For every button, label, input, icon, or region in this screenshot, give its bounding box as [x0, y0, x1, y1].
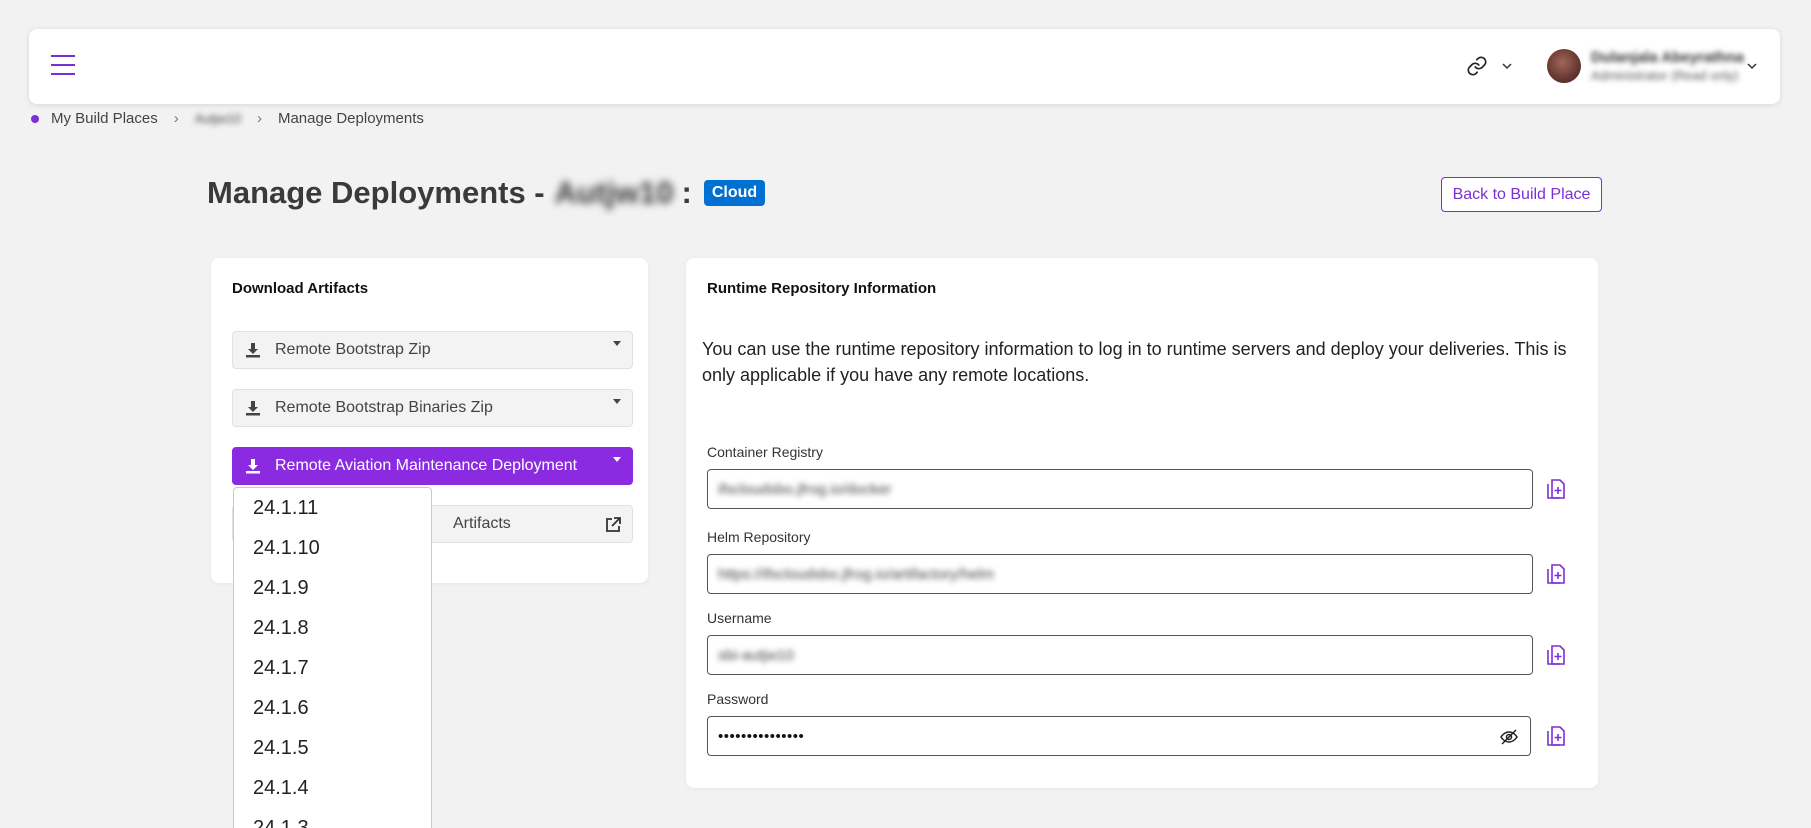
container-registry-field[interactable]: ifscloudsbo.jfrog.io/docker — [707, 469, 1533, 509]
copy-icon[interactable] — [1547, 726, 1565, 746]
version-option[interactable]: 24.1.9 — [234, 568, 431, 608]
artifact-label: Remote Bootstrap Binaries Zip — [275, 399, 493, 416]
version-option[interactable]: 24.1.3 — [234, 808, 431, 828]
runtime-repository-title: Runtime Repository Information — [707, 280, 937, 297]
page-title-text: Manage Deployments - — [207, 175, 545, 210]
version-option[interactable]: 24.1.4 — [234, 768, 431, 808]
helm-repository-field[interactable]: https://ifscloudsbo.jfrog.io/artifactory… — [707, 554, 1533, 594]
download-icon — [246, 401, 260, 416]
user-role: Administrator (Read only) — [1591, 68, 1739, 83]
breadcrumb-separator: › — [173, 110, 179, 127]
breadcrumb-current: Manage Deployments — [277, 110, 424, 127]
password-label: Password — [707, 691, 769, 707]
helm-repository-value: https://ifscloudsbo.jfrog.io/artifactory… — [718, 565, 994, 583]
link-icon — [1467, 56, 1487, 76]
top-bar: Dulanjala Abeyrathna Administrator (Read… — [29, 29, 1780, 104]
runtime-description: You can use the runtime repository infor… — [702, 339, 1567, 385]
page-title-colon: : — [681, 175, 692, 210]
caret-down-icon — [613, 341, 621, 346]
caret-down-icon — [613, 399, 621, 404]
container-registry-label: Container Registry — [707, 444, 823, 460]
version-option[interactable]: 24.1.11 — [234, 488, 431, 528]
artifact-label: Remote Bootstrap Zip — [275, 341, 431, 358]
avatar — [1547, 49, 1581, 83]
download-icon — [246, 343, 260, 358]
breadcrumb-home[interactable]: My Build Places — [51, 110, 158, 127]
menu-icon[interactable] — [51, 55, 75, 77]
user-menu[interactable]: Dulanjala Abeyrathna Administrator (Read… — [1547, 47, 1759, 85]
back-to-build-place-button[interactable]: Back to Build Place — [1441, 177, 1602, 212]
breadcrumb-dot — [31, 114, 39, 123]
remote-bootstrap-binaries-zip-button[interactable]: Remote Bootstrap Binaries Zip — [232, 389, 633, 427]
caret-down-icon — [613, 457, 621, 462]
breadcrumb-build-place[interactable]: Autjw10 — [195, 111, 241, 126]
username-value: sbi-autjw10 — [718, 646, 794, 664]
version-option[interactable]: 24.1.6 — [234, 688, 431, 728]
username-label: Username — [707, 610, 772, 626]
user-info: Dulanjala Abeyrathna Administrator (Read… — [1591, 48, 1744, 84]
version-option[interactable]: 24.1.7 — [234, 648, 431, 688]
external-link-icon — [606, 517, 621, 532]
download-artifacts-title: Download Artifacts — [232, 280, 369, 297]
chevron-down-icon — [1502, 63, 1512, 70]
copy-icon[interactable] — [1547, 645, 1565, 665]
user-name: Dulanjala Abeyrathna — [1591, 49, 1744, 66]
password-value: ••••••••••••••• — [718, 727, 805, 745]
password-field[interactable]: ••••••••••••••• — [707, 716, 1531, 756]
breadcrumb: My Build Places › Autjw10 › Manage Deplo… — [31, 110, 424, 127]
cloud-badge: Cloud — [703, 180, 766, 206]
artifact-label: Artifacts — [453, 515, 511, 532]
version-option[interactable]: 24.1.5 — [234, 728, 431, 768]
remote-aviation-maintenance-deployment-button[interactable]: Remote Aviation Maintenance Deployment — [232, 447, 633, 485]
helm-repository-label: Helm Repository — [707, 529, 811, 545]
container-registry-value: ifscloudsbo.jfrog.io/docker — [718, 480, 892, 498]
page-title: Manage Deployments - Autjw10 : Cloud — [207, 175, 766, 211]
copy-icon[interactable] — [1547, 564, 1565, 584]
page-title-id: Autjw10 — [554, 175, 674, 210]
username-field[interactable]: sbi-autjw10 — [707, 635, 1533, 675]
remote-bootstrap-zip-button[interactable]: Remote Bootstrap Zip — [232, 331, 633, 369]
version-option[interactable]: 24.1.8 — [234, 608, 431, 648]
link-menu[interactable] — [1466, 51, 1514, 81]
eye-off-icon[interactable] — [1500, 728, 1518, 746]
copy-icon[interactable] — [1547, 479, 1565, 499]
runtime-repository-card: Runtime Repository Information You can u… — [686, 258, 1598, 788]
version-dropdown-menu: 24.1.11 24.1.10 24.1.9 24.1.8 24.1.7 24.… — [233, 487, 432, 828]
download-icon — [246, 459, 260, 474]
breadcrumb-separator: › — [256, 110, 262, 127]
chevron-down-icon — [1747, 63, 1757, 70]
artifact-label: Remote Aviation Maintenance Deployment — [275, 457, 578, 474]
version-option[interactable]: 24.1.10 — [234, 528, 431, 568]
